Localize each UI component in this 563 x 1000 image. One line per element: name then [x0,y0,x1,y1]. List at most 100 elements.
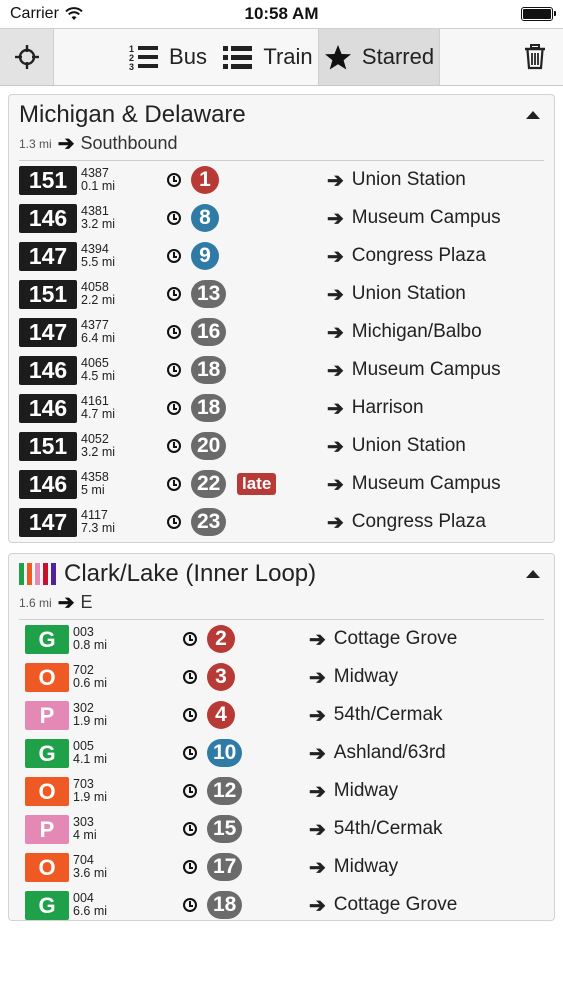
locate-button[interactable] [0,29,54,85]
arrival-row[interactable]: 147 4377 6.4 mi 16 ➔ Michigan/Balbo [19,313,544,351]
route-badge: 146 [19,469,77,499]
arrival-row[interactable]: 151 4387 0.1 mi 1 ➔ Union Station [19,161,544,199]
line-badge: O [25,852,69,882]
line-badge: P [25,814,69,844]
arrival-row[interactable]: G 003 0.8 mi 2 ➔ Cottage Grove [19,620,544,658]
destination-label: Museum Campus [351,207,501,228]
vehicle-info: 4161 4.7 mi [81,395,141,421]
route-badge: 151 [19,431,77,461]
eta-badge: 18 [191,356,227,384]
clock-icon [167,287,181,301]
arrival-row[interactable]: O 702 0.6 mi 3 ➔ Midway [19,658,544,696]
run-distance: 0.8 mi [73,638,108,652]
destination: ➔ Cottage Grove [309,893,457,918]
destination: ➔ Midway [309,855,398,880]
arrow-right-icon: ➔ [309,704,326,727]
eta-badge: 18 [207,891,243,919]
collapse-icon[interactable] [526,111,540,119]
arrow-right-icon: ➔ [327,473,344,496]
vehicle-info: 4394 5.5 mi [81,243,141,269]
status-time: 10:58 AM [244,4,319,23]
bus-tab[interactable]: 1 2 3 Bus [118,29,218,85]
vehicle-info: 4387 0.1 mi [81,167,141,193]
line-badge: G [25,890,69,920]
arrow-right-icon: ➔ [327,245,344,268]
arrival-row[interactable]: 151 4058 2.2 mi 13 ➔ Union Station [19,275,544,313]
destination: ➔ 54th/Cermak [309,703,443,728]
run-info: 702 0.6 mi [73,664,133,690]
arrival-row[interactable]: G 005 4.1 mi 10 ➔ Ashland/63rd [19,734,544,772]
line-stripe [43,563,48,585]
vehicle-distance: 4.7 mi [81,407,116,421]
eta-badge: 20 [191,432,227,460]
arrival-row[interactable]: 146 4065 4.5 mi 18 ➔ Museum Campus [19,351,544,389]
route-badge: 146 [19,203,77,233]
arrow-right-icon: ➔ [327,359,344,382]
starred-tab[interactable]: Starred [318,29,440,85]
vehicle-distance: 0.1 mi [81,179,116,193]
train-tab[interactable]: Train [218,29,318,85]
clock-icon [183,860,197,874]
clock-icon [167,477,181,491]
clock-icon [167,363,181,377]
bus-stop-subtitle: 1.3 mi ➔ Southbound [19,131,544,161]
run-distance: 4.1 mi [73,752,108,766]
clock-icon [167,325,181,339]
bus-stop-direction: Southbound [80,133,178,153]
vehicle-info: 4065 4.5 mi [81,357,141,383]
line-badge: O [25,662,69,692]
arrival-row[interactable]: O 704 3.6 mi 17 ➔ Midway [19,848,544,886]
delete-button[interactable] [507,29,563,85]
arrival-row[interactable]: P 302 1.9 mi 4 ➔ 54th/Cermak [19,696,544,734]
line-stripe [51,563,56,585]
eta-badge: 2 [207,625,235,653]
vehicle-distance: 4.5 mi [81,369,116,383]
star-icon [324,44,351,69]
train-stop-header[interactable]: Clark/Lake (Inner Loop) 1.6 mi ➔ E [9,554,554,620]
arrival-row[interactable]: G 004 6.6 mi 18 ➔ Cottage Grove [19,886,544,924]
bus-stop-title: Michigan & Delaware [19,101,246,128]
train-tab-label: Train [263,44,313,69]
arrival-row[interactable]: O 703 1.9 mi 12 ➔ Midway [19,772,544,810]
destination-label: Cottage Grove [333,894,458,915]
line-badge: P [25,700,69,730]
train-stop-distance: 1.6 mi [19,595,52,610]
run-distance: 1.9 mi [73,714,108,728]
eta-badge: 4 [207,701,235,729]
arrow-right-icon: ➔ [327,435,344,458]
vehicle-distance: 6.4 mi [81,331,116,345]
destination: ➔ Congress Plaza [327,510,486,535]
clock-icon [167,211,181,225]
arrival-row[interactable]: 147 4117 7.3 mi 23 ➔ Congress Plaza [19,503,544,541]
svg-text:3: 3 [129,62,134,71]
arrival-row[interactable]: P 303 4 mi 15 ➔ 54th/Cermak [19,810,544,848]
run-info: 703 1.9 mi [73,778,133,804]
arrival-row[interactable]: 146 4381 3.2 mi 8 ➔ Museum Campus [19,199,544,237]
vehicle-info: 4377 6.4 mi [81,319,141,345]
arrival-row[interactable]: 147 4394 5.5 mi 9 ➔ Congress Plaza [19,237,544,275]
destination-label: Midway [333,666,399,687]
bus-tab-label: Bus [169,44,207,69]
eta-badge: 1 [191,166,219,194]
trash-icon [525,44,545,70]
arrow-right-icon: ➔ [309,742,326,765]
destination-label: Congress Plaza [351,245,486,266]
destination: ➔ Midway [309,665,398,690]
bus-arrivals-list: 151 4387 0.1 mi 1 ➔ Union Station 146 4381 3.2 m… [9,161,554,541]
eta-badge: 3 [207,663,235,691]
destination: ➔ Union Station [327,168,466,193]
arrival-row[interactable]: 146 4358 5 mi 22 late ➔ Museum Campus [19,465,544,503]
vehicle-info: 4358 5 mi [81,471,141,497]
arrival-row[interactable]: 146 4161 4.7 mi 18 ➔ Harrison [19,389,544,427]
toolbar: 1 2 3 Bus Train Starred [0,28,563,86]
arrow-right-icon: ➔ [309,818,326,841]
destination: ➔ Union Station [327,434,466,459]
arrow-right-icon: ➔ [57,133,75,155]
arrival-row[interactable]: 151 4052 3.2 mi 20 ➔ Union Station [19,427,544,465]
run-info: 005 4.1 mi [73,740,133,766]
route-badge: 146 [19,393,77,423]
run-info: 302 1.9 mi [73,702,133,728]
destination-label: Union Station [351,283,466,304]
collapse-icon[interactable] [526,570,540,578]
bus-stop-header[interactable]: Michigan & Delaware 1.3 mi ➔ Southbound [9,95,554,161]
